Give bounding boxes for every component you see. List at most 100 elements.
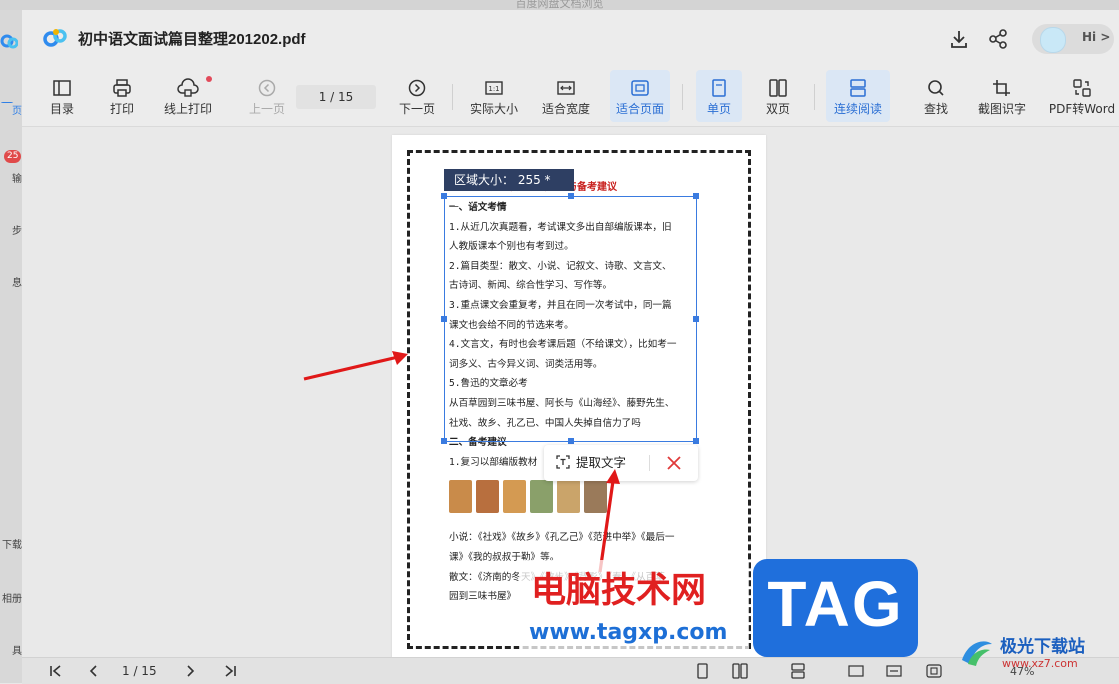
fit-width-icon <box>557 81 575 95</box>
assistant-hi-label: Hi > <box>1082 30 1111 44</box>
sidebar-item-label: 输 <box>12 174 22 185</box>
share-icon[interactable] <box>987 28 1009 50</box>
toc-button[interactable]: 目录 <box>42 70 82 122</box>
fit-width-icon[interactable] <box>886 663 902 679</box>
toc-label: 目录 <box>49 102 74 116</box>
printer-icon <box>113 79 131 97</box>
double-page-button[interactable]: 双页 <box>758 70 798 122</box>
continuous-reading-icon[interactable] <box>790 663 806 679</box>
double-page-label: 双页 <box>765 102 790 116</box>
resize-handle[interactable] <box>441 438 447 444</box>
sidebar-item-transfer[interactable]: 输 <box>0 170 22 185</box>
sidebar-item-label: 具 <box>12 646 22 657</box>
site-watermark-url: www.tagxp.com <box>529 620 728 645</box>
chevron-right-icon[interactable] <box>182 663 198 679</box>
viewer-toolbar: 目录 打印 线上打印 上一页 1 / 15 下一页 1:1 实际大小 适合宽度 … <box>22 66 1119 127</box>
single-page-icon <box>712 79 726 97</box>
actual-size-label: 实际大小 <box>469 102 518 116</box>
selection-size-label: 区域大小： 255 * 247 <box>444 169 574 209</box>
chevron-right-circle-icon <box>408 79 426 97</box>
selection-rectangle[interactable] <box>441 193 699 444</box>
tag-watermark-logo: TAG <box>753 559 918 657</box>
single-page-label: 单页 <box>706 102 731 116</box>
search-button[interactable]: 查找 <box>916 70 956 122</box>
document-header: 初中语文面试篇目整理201202.pdf Hi > <box>22 10 1119 66</box>
text-recognition-icon <box>556 455 570 469</box>
continuous-reading-label: 连续阅读 <box>833 102 882 116</box>
single-page-icon[interactable] <box>694 663 710 679</box>
sidebar-item-sync[interactable]: 步 <box>0 222 22 237</box>
chevron-left-icon[interactable] <box>86 663 102 679</box>
document-title: 初中语文面试篇目整理201202.pdf <box>78 31 306 48</box>
assistant-hi-button[interactable]: Hi > <box>1032 24 1114 54</box>
resize-handle[interactable] <box>693 193 699 199</box>
convert-icon <box>1073 79 1091 97</box>
resize-handle[interactable] <box>568 193 574 199</box>
fit-page-icon[interactable] <box>926 663 942 679</box>
doc-line: 小说：《社戏》《故乡》《孔乙己》《范进中举》《最后一 <box>449 532 675 544</box>
first-page-icon[interactable] <box>48 663 64 679</box>
double-page-icon[interactable] <box>732 663 748 679</box>
fit-width-button[interactable]: 适合宽度 <box>538 70 594 122</box>
single-page-button[interactable]: 单页 <box>696 70 742 122</box>
fit-page-button[interactable]: 适合页面 <box>610 70 670 122</box>
sidebar-item-home[interactable]: 页 <box>0 102 22 117</box>
download-icon[interactable] <box>948 28 970 50</box>
resize-handle[interactable] <box>693 438 699 444</box>
screenshot-ocr-label: 截图识字 <box>977 102 1026 116</box>
tag-watermark-text: TAG <box>767 568 904 640</box>
sidebar-item-label: 下载 <box>2 540 22 551</box>
screenshot-ocr-button[interactable]: 截图识字 <box>972 70 1032 122</box>
pdf-to-word-label: PDF转Word <box>1048 102 1116 116</box>
online-print-label: 线上打印 <box>163 102 212 116</box>
print-label: 打印 <box>109 102 134 116</box>
toolbar-divider <box>452 84 453 110</box>
jg-watermark-name: 极光下载站 <box>1000 637 1085 657</box>
textbook-covers-image <box>449 480 609 514</box>
site-watermark-name: 电脑技术网 <box>531 571 707 611</box>
continuous-reading-button[interactable]: 连续阅读 <box>826 70 890 122</box>
transfer-count-badge: 25 <box>4 150 22 163</box>
sidebar-item-download[interactable]: 下载 <box>0 536 22 551</box>
sidebar-item-messages[interactable]: 息 <box>0 274 22 289</box>
fit-page-label: 适合页面 <box>615 102 664 116</box>
next-page-button[interactable]: 下一页 <box>394 70 440 122</box>
app-sidebar: 页 25 输 步 息 下载 相册 具 <box>0 10 22 683</box>
sidebar-item-label: 相册 <box>2 594 22 605</box>
prev-page-label: 上一页 <box>248 102 285 116</box>
site-watermark: 电脑技术网 www.tagxp.com <box>519 560 749 655</box>
bottom-page-indicator[interactable]: 1 / 15 <box>122 664 157 678</box>
assistant-avatar <box>1040 27 1066 53</box>
actual-size-icon: 1:1 <box>485 81 503 95</box>
continuous-reading-icon <box>850 79 866 97</box>
toc-icon <box>53 80 71 96</box>
close-icon[interactable] <box>664 453 684 473</box>
cloud-icon <box>0 102 14 103</box>
aurora-logo-icon <box>962 641 992 666</box>
sidebar-item-label: 息 <box>12 278 22 289</box>
resize-handle[interactable] <box>441 193 447 199</box>
toolbar-divider <box>814 84 815 110</box>
chevron-left-circle-icon <box>258 79 276 97</box>
cloud-print-icon <box>177 78 199 97</box>
pdf-to-word-button[interactable]: PDF转Word <box>1046 70 1118 122</box>
actual-size-button[interactable]: 1:1 实际大小 <box>466 70 522 122</box>
resize-handle[interactable] <box>568 438 574 444</box>
actual-size-icon[interactable] <box>848 663 864 679</box>
sidebar-item-label: 页 <box>12 106 22 117</box>
page-number-input[interactable]: 1 / 15 <box>296 85 376 109</box>
next-page-label: 下一页 <box>398 102 435 116</box>
resize-handle[interactable] <box>441 316 447 322</box>
red-arrow-annotation <box>303 351 408 381</box>
sidebar-item-album[interactable]: 相册 <box>0 590 22 605</box>
sidebar-item-tools[interactable]: 具 <box>0 642 22 657</box>
print-button[interactable]: 打印 <box>102 70 142 122</box>
prev-page-button[interactable]: 上一页 <box>244 70 290 122</box>
resize-handle[interactable] <box>693 316 699 322</box>
last-page-icon[interactable] <box>222 663 238 679</box>
window-titlebar: 百度网盘文档浏览 <box>0 0 1119 10</box>
jg-watermark-url: www.xz7.com <box>1002 657 1078 670</box>
fit-width-label: 适合宽度 <box>541 102 590 116</box>
page-navigation-bar: 1 / 15 47% <box>22 657 1119 684</box>
baidu-netdisk-logo-icon <box>43 29 67 47</box>
